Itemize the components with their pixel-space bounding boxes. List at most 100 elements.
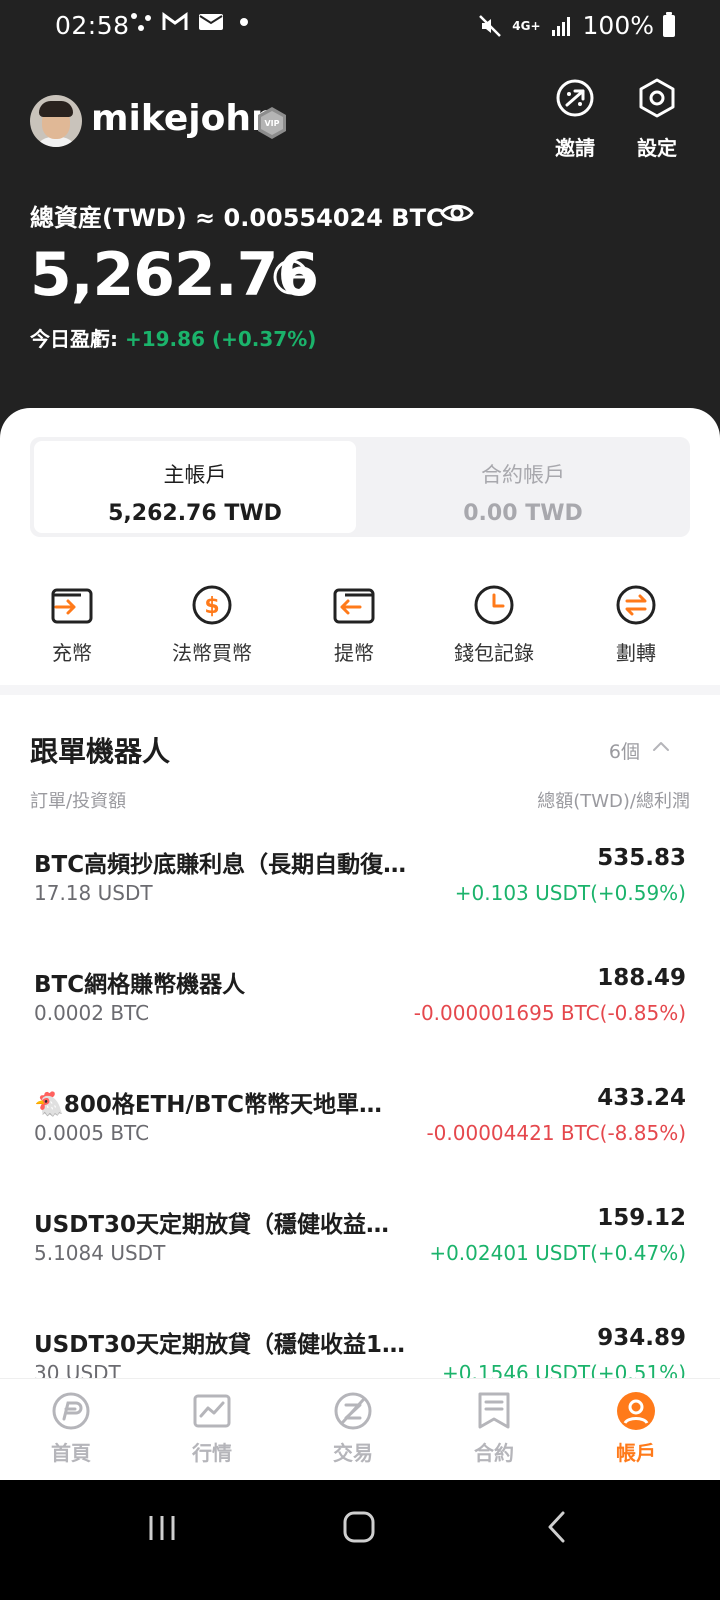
status-bar: 02:58 4G+ 100% [0,0,720,52]
account-switcher: 主帳戶 5,262.76 TWD 合約帳戶 0.00 TWD [30,437,690,537]
nav-home-label: 首頁 [51,1441,91,1465]
bot-profit: +0.02401 USDT(+0.47%) [429,1241,686,1265]
main-account-amount: 5,262.76 TWD [108,501,282,526]
bottom-nav: 首頁 行情 交易 合約 帳戶 [0,1378,720,1481]
nav-market-label: 行情 [192,1441,232,1465]
fiat-buy-button[interactable]: $ 法幣買幣 [152,585,272,666]
bot-invest: 0.0005 BTC [34,1121,150,1145]
transfer-icon [616,585,656,625]
bot-invest: 0.0002 BTC [34,1001,150,1025]
fiat-buy-label: 法幣買幣 [172,641,252,665]
dollar-coin-icon: $ [192,585,232,625]
notification-icons [130,12,254,32]
futures-account-name: 合約帳戶 [481,463,565,487]
bot-profit: +0.103 USDT(+0.59%) [454,881,686,905]
chicken-icon: 🐔 [34,1090,64,1118]
bot-total: 159.12 [597,1205,686,1231]
section-divider [0,685,720,695]
deposit-icon [51,588,93,624]
bot-name: 800格ETH/BTC幣幣天地單… [63,1092,383,1118]
nav-trade-label: 交易 [333,1441,373,1465]
mail-icon [199,14,223,30]
nav-market[interactable]: 行情 [162,1391,262,1466]
withdraw-button[interactable]: 提幣 [294,585,414,666]
bot-name-wrap: 🐔800格ETH/BTC幣幣天地單… [34,1085,382,1119]
invite-icon [556,79,594,117]
dots-app-icon [131,13,151,31]
settings-button[interactable]: 設定 [622,78,692,161]
transfer-button[interactable]: 劃轉 [576,585,696,666]
bot-name: USDT30天定期放貸（穩健收益1… [34,1332,406,1358]
bot-name: BTC網格賺幣機器人 [34,972,246,998]
invite-label: 邀請 [555,136,595,160]
daily-pnl: 今日盈虧: +19.86 (+0.37%) [30,323,316,352]
main-account-name: 主帳戶 [163,463,227,487]
pie-chart-icon[interactable] [272,258,310,296]
deposit-label: 充幣 [52,641,92,665]
signal-icon [551,16,570,36]
wallet-history-label: 錢包記錄 [454,641,534,665]
home-icon[interactable] [342,1510,376,1544]
bot-total: 433.24 [597,1085,686,1111]
futures-account-amount: 0.00 TWD [463,501,583,526]
bot-invest: 17.18 USDT [34,881,153,905]
gmail-icon [162,12,188,30]
chevron-up-icon[interactable] [652,740,670,752]
nav-home[interactable]: 首頁 [21,1391,121,1466]
status-time: 02:58 [55,11,130,40]
system-nav-bar [0,1480,720,1600]
bot-row[interactable]: BTC高頻抄底賺利息（長期自動復… 17.18 USDT 535.83 +0.1… [34,845,686,925]
bot-invest: 5.1084 USDT [34,1241,166,1265]
settings-icon [639,78,675,118]
nav-futures-label: 合約 [474,1441,514,1465]
user-icon [617,1392,655,1430]
home-logo-icon [52,1392,90,1430]
battery-icon [663,12,675,37]
contract-icon [478,1392,510,1429]
bot-total: 188.49 [597,965,686,991]
bot-profit: -0.00004421 BTC(-8.85%) [426,1121,686,1145]
column-header-left: 訂單/投資額 [30,791,127,812]
bot-total: 934.89 [597,1325,686,1351]
bot-row[interactable]: USDT30天定期放貸（穩健收益… 5.1084 USDT 159.12 +0.… [34,1205,686,1285]
back-icon[interactable] [545,1510,569,1544]
invite-button[interactable]: 邀請 [540,78,610,161]
withdraw-label: 提幣 [334,641,374,665]
bots-section-title: 跟單機器人 [30,735,171,768]
nav-account[interactable]: 帳戶 [586,1391,686,1466]
eye-icon[interactable] [440,200,474,226]
network-type: 4G+ [512,18,541,33]
deposit-button[interactable]: 充幣 [12,585,132,666]
withdraw-icon [333,588,375,624]
pnl-value: +19.86 (+0.37%) [124,327,317,351]
bot-row[interactable]: 🐔800格ETH/BTC幣幣天地單… 0.0005 BTC 433.24 -0.… [34,1085,686,1165]
futures-account-tab[interactable]: 合約帳戶 0.00 TWD [362,441,684,533]
total-assets-line: 總資産(TWD) ≈ 0.00554024 BTC [30,204,444,232]
transfer-label: 劃轉 [616,641,656,665]
bot-profit: -0.000001695 BTC(-0.85%) [413,1001,686,1025]
pnl-label: 今日盈虧: [30,327,125,351]
avatar[interactable] [30,95,82,147]
bot-name: USDT30天定期放貸（穩健收益… [34,1212,390,1238]
nav-futures[interactable]: 合約 [444,1391,544,1466]
bot-row[interactable]: BTC網格賺幣機器人 0.0002 BTC 188.49 -0.00000169… [34,965,686,1045]
settings-label: 設定 [637,136,677,160]
chart-icon [193,1394,231,1428]
vip-badge-icon: VIP [258,107,286,139]
clock-icon [474,585,514,625]
nav-account-label: 帳戶 [616,1441,656,1465]
main-account-tab[interactable]: 主帳戶 5,262.76 TWD [34,441,356,533]
bots-count[interactable]: 6個 [609,737,640,764]
bot-total: 535.83 [597,845,686,871]
recent-apps-icon[interactable] [147,1513,177,1543]
nav-trade[interactable]: 交易 [303,1391,403,1466]
mute-icon [479,14,502,37]
wallet-history-button[interactable]: 錢包記錄 [434,585,554,666]
battery-percent: 100% [582,11,654,40]
username: mikejohn [91,98,277,139]
svg-text:$: $ [204,594,219,619]
svg-text:VIP: VIP [264,119,279,128]
column-header-right: 總額(TWD)/總利潤 [537,791,690,812]
bot-name: BTC高頻抄底賺利息（長期自動復… [34,852,407,878]
trade-icon [334,1392,372,1430]
